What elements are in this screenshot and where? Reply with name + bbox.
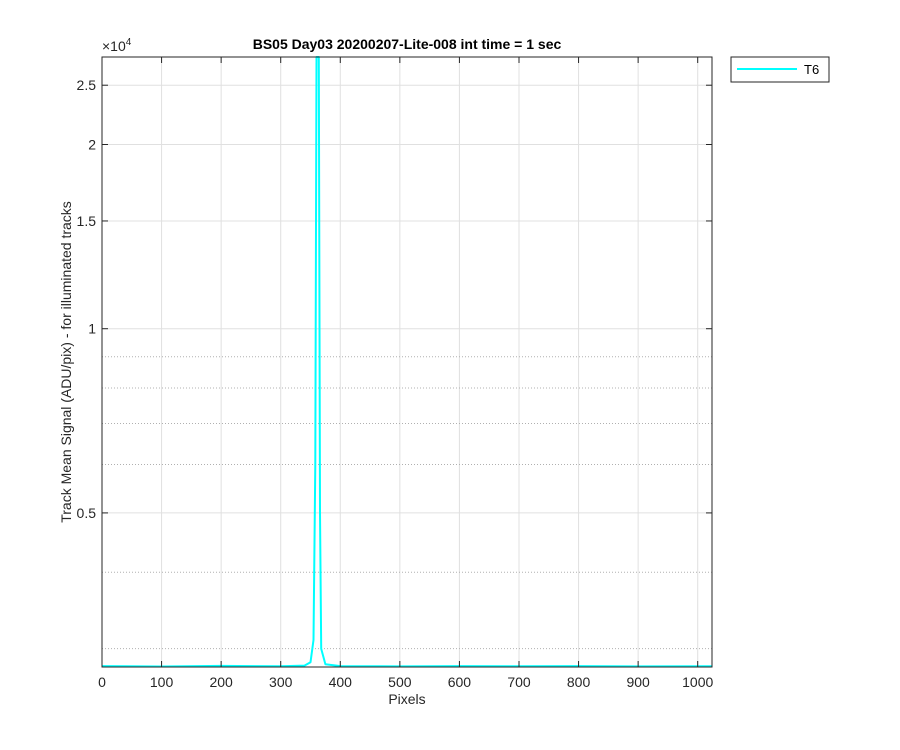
legend-item-label: T6 [804,62,819,77]
x-tick-label: 200 [209,674,233,690]
x-tick-label: 400 [329,674,353,690]
y-exponent: ×104 [102,37,132,54]
plot-area: 0 100 200 300 400 500 600 700 800 900 1000 0.5 1 1.5 2… [77,56,713,690]
x-tick-label: 800 [567,674,591,690]
x-tick-label: 100 [150,674,174,690]
y-exponent-power: 4 [126,37,132,48]
plot-background [102,57,712,667]
y-axis-label: Track Mean Signal (ADU/pix) - for illumi… [58,201,74,523]
legend: T6 [730,56,830,83]
x-tick-label: 0 [98,674,106,690]
x-axis-label: Pixels [388,691,425,707]
x-tick-label: 600 [448,674,472,690]
y-tick-label: 2.5 [77,77,97,93]
x-tick-label: 700 [507,674,531,690]
x-tick-label: 900 [626,674,650,690]
y-exponent-base: ×10 [102,38,126,54]
y-tick-label: 2 [88,137,96,153]
svg-text:×104: ×104 [102,37,132,54]
chart-title: BS05 Day03 20200207-Lite-008 int time = … [253,36,562,52]
y-tick-label: 0.5 [77,505,97,521]
x-tick-label: 1000 [682,674,713,690]
y-tick-label: 1.5 [77,213,97,229]
x-tick-label: 500 [388,674,412,690]
chart: BS05 Day03 20200207-Lite-008 int time = … [58,36,830,707]
y-tick-label: 1 [88,321,96,337]
x-tick-label: 300 [269,674,293,690]
